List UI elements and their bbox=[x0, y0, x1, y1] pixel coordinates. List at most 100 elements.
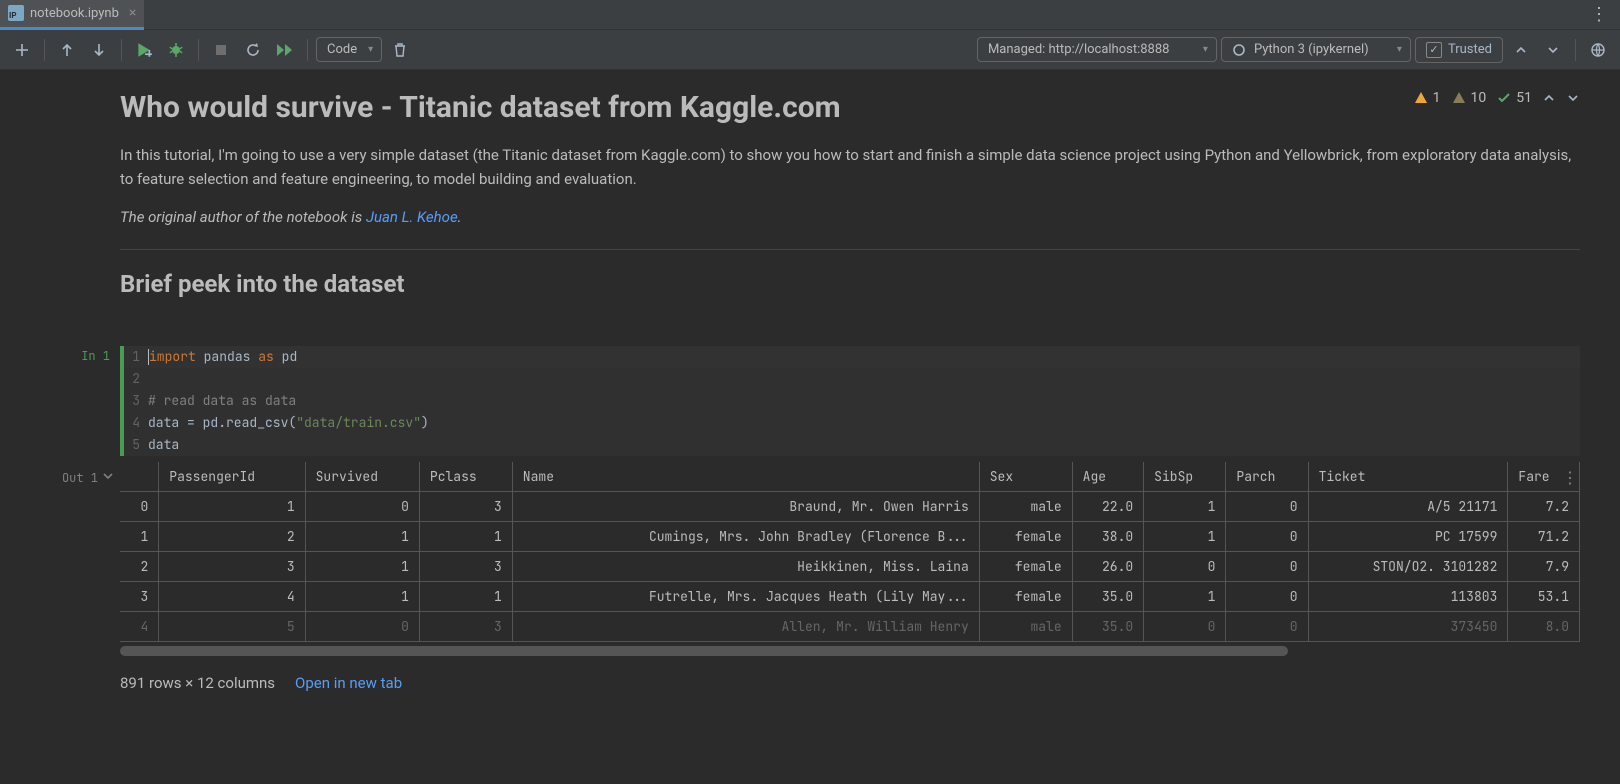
table-cell: 1 bbox=[1144, 582, 1226, 612]
table-cell: 1 bbox=[120, 522, 159, 552]
open-in-browser-button[interactable] bbox=[1584, 36, 1612, 64]
table-cell: 3 bbox=[419, 552, 512, 582]
trusted-label: Trusted bbox=[1448, 42, 1492, 57]
weak-warning-icon bbox=[1451, 90, 1467, 106]
author-link[interactable]: Juan L. Kehoe bbox=[366, 208, 458, 226]
table-row[interactable]: 2313Heikkinen, Miss. Lainafemale26.000ST… bbox=[120, 552, 1580, 582]
table-row[interactable]: 4503Allen, Mr. William Henrymale35.00037… bbox=[120, 612, 1580, 642]
jupyter-server-select[interactable]: Managed: http://localhost:8888 ▾ bbox=[977, 37, 1217, 62]
table-cell: 35.0 bbox=[1072, 582, 1144, 612]
code-text: data = pd.read_csv("data/train.csv") bbox=[148, 412, 429, 434]
run-all-button[interactable] bbox=[271, 36, 299, 64]
table-cell: 2 bbox=[159, 522, 305, 552]
code-line[interactable]: 2 bbox=[124, 368, 1580, 390]
column-header[interactable]: PassengerId bbox=[159, 462, 305, 492]
column-header[interactable]: Sex bbox=[979, 462, 1072, 492]
tab-overflow-menu-icon[interactable]: ⋮ bbox=[1578, 4, 1620, 25]
table-cell: 1 bbox=[419, 582, 512, 612]
server-value: Managed: http://localhost:8888 bbox=[988, 42, 1170, 57]
column-header[interactable]: Age bbox=[1072, 462, 1144, 492]
markdown-cell[interactable]: Who would survive - Titanic dataset from… bbox=[40, 80, 1580, 322]
table-cell: 0 bbox=[1226, 582, 1308, 612]
kernel-select[interactable]: Python 3 (ipykernel) ▾ bbox=[1221, 37, 1411, 62]
table-cell: 1 bbox=[419, 522, 512, 552]
scrollbar-thumb[interactable] bbox=[120, 646, 1288, 656]
table-cell: 3 bbox=[159, 552, 305, 582]
cell-type-value: Code bbox=[327, 42, 357, 57]
code-line[interactable]: 3# read data as data bbox=[124, 390, 1580, 412]
column-header[interactable]: SibSp bbox=[1144, 462, 1226, 492]
restart-kernel-button[interactable] bbox=[239, 36, 267, 64]
collapse-up-button[interactable] bbox=[1507, 36, 1535, 64]
code-line[interactable]: 5data bbox=[124, 434, 1580, 456]
code-cell[interactable]: In 1 1import pandas as pd23# read data a… bbox=[40, 346, 1580, 456]
table-menu-icon[interactable]: ⋮ bbox=[1562, 468, 1578, 487]
table-cell: 1 bbox=[305, 522, 419, 552]
debug-cell-button[interactable] bbox=[162, 36, 190, 64]
table-cell: 2 bbox=[120, 552, 159, 582]
table-cell: Futrelle, Mrs. Jacques Heath (Lily May..… bbox=[512, 582, 979, 612]
dataframe-output[interactable]: ⋮ PassengerIdSurvivedPclassNameSexAgeSib… bbox=[120, 462, 1580, 642]
add-cell-button[interactable] bbox=[8, 36, 36, 64]
tab-bar: IP notebook.ipynb × ⋮ bbox=[0, 0, 1620, 30]
table-cell: Braund, Mr. Owen Harris bbox=[512, 492, 979, 522]
line-number: 3 bbox=[124, 390, 148, 412]
table-cell: 0 bbox=[305, 492, 419, 522]
kernel-status-icon bbox=[1232, 43, 1246, 57]
column-header[interactable]: Survived bbox=[305, 462, 419, 492]
table-summary: 891 rows × 12 columns bbox=[120, 674, 275, 692]
table-cell: 0 bbox=[1144, 552, 1226, 582]
table-row[interactable]: 3411Futrelle, Mrs. Jacques Heath (Lily M… bbox=[120, 582, 1580, 612]
move-cell-down-button[interactable] bbox=[85, 36, 113, 64]
horizontal-scrollbar[interactable] bbox=[120, 646, 1580, 656]
table-cell: 0 bbox=[305, 612, 419, 642]
delete-cell-button[interactable] bbox=[386, 36, 414, 64]
line-number: 5 bbox=[124, 434, 148, 456]
chevron-down-icon[interactable] bbox=[1566, 91, 1580, 105]
check-icon bbox=[1496, 90, 1512, 106]
paragraph: In this tutorial, I'm going to use a ver… bbox=[120, 143, 1580, 191]
open-in-new-tab-link[interactable]: Open in new tab bbox=[295, 674, 402, 692]
table-cell: 4 bbox=[120, 612, 159, 642]
chevron-up-icon[interactable] bbox=[1542, 91, 1556, 105]
chevron-down-icon: ▾ bbox=[368, 44, 373, 55]
output-cell: Out 1 ⋮ PassengerIdSurvivedPclassNameSex… bbox=[40, 462, 1580, 702]
table-row[interactable]: 0103Braund, Mr. Owen Harrismale22.010A/5… bbox=[120, 492, 1580, 522]
table-cell: 0 bbox=[1226, 522, 1308, 552]
chevron-down-icon: ▾ bbox=[1203, 44, 1208, 55]
collapse-down-button[interactable] bbox=[1539, 36, 1567, 64]
run-cell-button[interactable] bbox=[130, 36, 158, 64]
inspection-stats[interactable]: 1 10 51 bbox=[1413, 90, 1580, 106]
heading-2: Brief peek into the dataset bbox=[120, 270, 1580, 298]
move-cell-up-button[interactable] bbox=[53, 36, 81, 64]
code-line[interactable]: 4data = pd.read_csv("data/train.csv") bbox=[124, 412, 1580, 434]
trusted-toggle[interactable]: ✓ Trusted bbox=[1415, 37, 1503, 63]
close-tab-icon[interactable]: × bbox=[129, 5, 136, 21]
column-header[interactable]: Ticket bbox=[1308, 462, 1508, 492]
code-editor[interactable]: 1import pandas as pd23# read data as dat… bbox=[120, 346, 1580, 456]
column-header[interactable] bbox=[120, 462, 159, 492]
cell-type-select[interactable]: Code ▾ bbox=[316, 37, 382, 62]
table-cell: 113803 bbox=[1308, 582, 1508, 612]
code-line[interactable]: 1import pandas as pd bbox=[124, 346, 1580, 368]
code-text: # read data as data bbox=[148, 390, 296, 412]
chevron-down-icon bbox=[102, 470, 114, 482]
interrupt-kernel-button[interactable] bbox=[207, 36, 235, 64]
out-label[interactable]: Out 1 bbox=[40, 464, 120, 486]
table-cell: female bbox=[979, 582, 1072, 612]
stat-warning-2: 10 bbox=[1471, 90, 1487, 106]
column-header[interactable]: Name bbox=[512, 462, 979, 492]
file-tab[interactable]: IP notebook.ipynb × bbox=[0, 0, 144, 30]
kernel-value: Python 3 (ipykernel) bbox=[1254, 42, 1369, 57]
column-header[interactable]: Pclass bbox=[419, 462, 512, 492]
table-row[interactable]: 1211Cumings, Mrs. John Bradley (Florence… bbox=[120, 522, 1580, 552]
table-cell: 1 bbox=[1144, 492, 1226, 522]
table-cell: 1 bbox=[305, 552, 419, 582]
table-cell: 7.2 bbox=[1508, 492, 1580, 522]
table-cell: 8.0 bbox=[1508, 612, 1580, 642]
out-label-text: Out 1 bbox=[62, 470, 98, 486]
table-cell: A/5 21171 bbox=[1308, 492, 1508, 522]
column-header[interactable]: Parch bbox=[1226, 462, 1308, 492]
notebook-content[interactable]: Who would survive - Titanic dataset from… bbox=[0, 70, 1620, 784]
table-cell: 3 bbox=[120, 582, 159, 612]
